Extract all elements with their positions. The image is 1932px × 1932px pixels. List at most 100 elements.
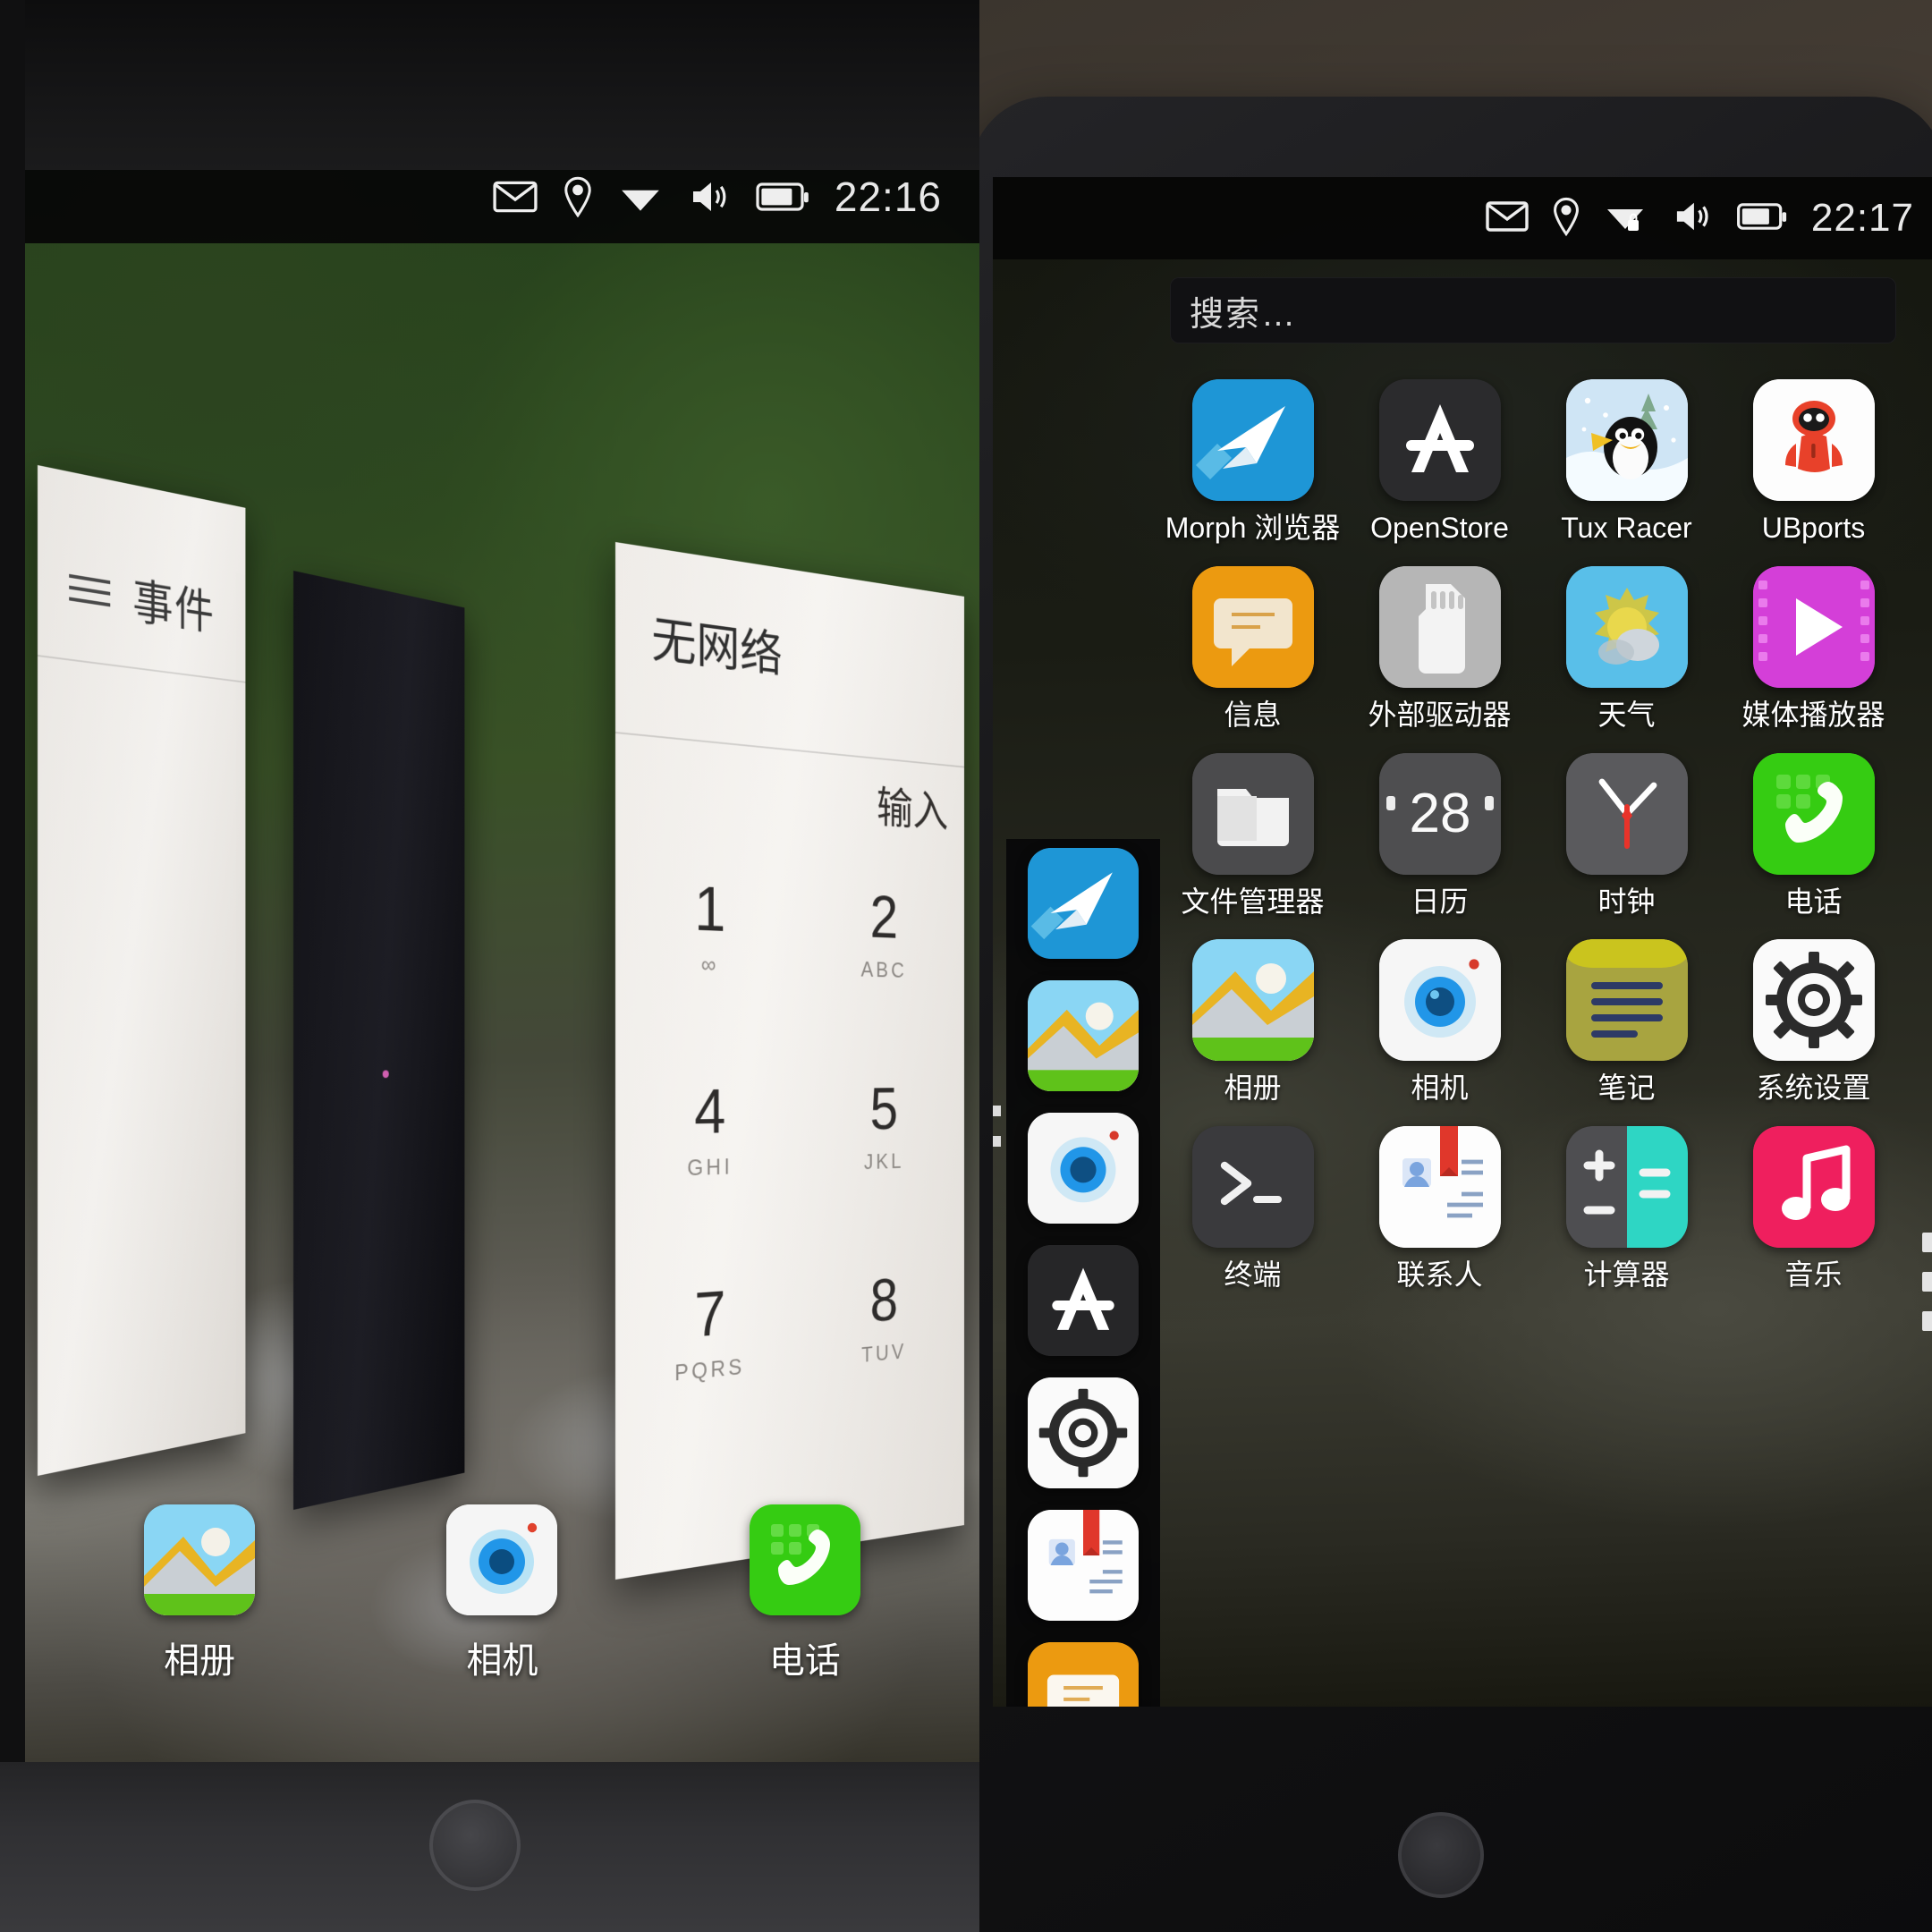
- launcher-item-contacts[interactable]: [1028, 1510, 1139, 1621]
- envelope-icon[interactable]: [1486, 200, 1529, 236]
- right-home-button[interactable]: [1398, 1812, 1484, 1898]
- right-edge-drag-handle[interactable]: [1922, 1233, 1932, 1351]
- app-item-morph-browser[interactable]: Morph 浏览器: [1159, 367, 1346, 545]
- volume-icon[interactable]: [688, 179, 731, 215]
- app-item-calendar[interactable]: 28 日历: [1346, 741, 1533, 919]
- dialpad-key-number: 1: [694, 874, 726, 945]
- left-phone: 22:16 事件 无网络 输入 1 ∞ 2 ABC 4 GHI 5 JKL 7 …: [0, 0, 979, 1932]
- app-item-gallery[interactable]: 相册: [1159, 927, 1346, 1105]
- launcher-item-openstore[interactable]: [1028, 1245, 1139, 1356]
- app-item-external-drive[interactable]: 外部驱动器: [1346, 554, 1533, 732]
- launcher-item-gallery[interactable]: [1028, 980, 1139, 1091]
- search-placeholder: 搜索…: [1190, 295, 1298, 334]
- app-item-clock[interactable]: 时钟: [1533, 741, 1720, 919]
- app-label: 笔记: [1597, 1072, 1656, 1105]
- dialpad-key-number: 7: [694, 1278, 726, 1352]
- svg-text:28: 28: [1409, 783, 1470, 844]
- app-label: 终端: [1224, 1258, 1282, 1292]
- app-item-system-settings[interactable]: 系统设置: [1720, 927, 1907, 1105]
- app-item-terminal[interactable]: 终端: [1159, 1114, 1346, 1292]
- app-item-weather[interactable]: 天气: [1533, 554, 1720, 732]
- dock-item-camera[interactable]: 相机: [421, 1504, 582, 1683]
- battery-icon[interactable]: [1736, 202, 1788, 235]
- app-item-camera[interactable]: 相机: [1346, 927, 1533, 1105]
- dialpad-key[interactable]: 4 GHI: [615, 1077, 800, 1184]
- app-label: Tux Racer: [1561, 512, 1692, 544]
- app-item-music[interactable]: 音乐: [1720, 1114, 1907, 1292]
- dialer-card-divider: [615, 732, 964, 768]
- app-label: 电话: [1784, 885, 1843, 918]
- switcher-card-dark[interactable]: [293, 571, 465, 1510]
- left-phone-screen: 22:16 事件 无网络 输入 1 ∞ 2 ABC 4 GHI 5 JKL 7 …: [25, 150, 979, 1769]
- app-grid[interactable]: Morph 浏览器 OpenStore Tux Racer UBports 信息…: [1159, 367, 1907, 1292]
- file-manager-icon: [1191, 752, 1314, 875]
- left-phone-left-bezel: [0, 0, 25, 1932]
- gallery-icon: [1028, 980, 1139, 1091]
- left-home-button[interactable]: [429, 1800, 521, 1891]
- app-item-tux-racer[interactable]: Tux Racer: [1533, 367, 1720, 545]
- wifi-icon[interactable]: [618, 179, 663, 215]
- wifi-lock-icon[interactable]: [1604, 199, 1648, 239]
- search-input[interactable]: 搜索…: [1170, 277, 1896, 343]
- volume-icon[interactable]: [1672, 199, 1713, 238]
- app-item-messages[interactable]: 信息: [1159, 554, 1346, 732]
- dock-item-phone[interactable]: 电话: [724, 1504, 886, 1683]
- app-label: 天气: [1597, 698, 1656, 731]
- dialpad-key[interactable]: 5 JKL: [800, 1076, 964, 1178]
- launcher-strip[interactable]: [1006, 839, 1160, 1707]
- launcher-item-camera[interactable]: [1028, 1113, 1139, 1224]
- launcher-item-system-settings[interactable]: [1028, 1377, 1139, 1488]
- dialpad-key-sub: PQRS: [674, 1352, 745, 1386]
- battery-icon[interactable]: [756, 182, 809, 212]
- launcher-item-messages[interactable]: [1028, 1642, 1139, 1707]
- dialpad-key-sub: JKL: [863, 1148, 904, 1174]
- openstore-icon: [1378, 379, 1501, 501]
- app-item-file-manager[interactable]: 文件管理器: [1159, 741, 1346, 919]
- hamburger-icon[interactable]: [69, 573, 111, 606]
- app-item-ubports[interactable]: UBports: [1720, 367, 1907, 545]
- app-item-media-player[interactable]: 媒体播放器: [1720, 554, 1907, 732]
- dialpad-key[interactable]: 7 PQRS: [615, 1277, 800, 1393]
- app-item-contacts[interactable]: 联系人: [1346, 1114, 1533, 1292]
- app-item-notes[interactable]: 笔记: [1533, 927, 1720, 1105]
- screenshot-root: 22:16 事件 无网络 输入 1 ∞ 2 ABC 4 GHI 5 JKL 7 …: [0, 0, 1932, 1932]
- app-label: 文件管理器: [1181, 885, 1325, 918]
- dialpad-key[interactable]: 1 ∞: [615, 873, 800, 980]
- dialpad-key[interactable]: 2 ABC: [800, 884, 964, 985]
- envelope-icon[interactable]: [493, 181, 538, 213]
- messages-icon: [1028, 1642, 1139, 1707]
- app-label: 联系人: [1396, 1258, 1483, 1292]
- app-item-calculator[interactable]: 计算器: [1533, 1114, 1720, 1292]
- launcher-edge-indicator: [993, 1106, 1004, 1166]
- launcher-item-morph-browser[interactable]: [1028, 848, 1139, 959]
- tux-racer-icon: [1565, 379, 1688, 501]
- right-clock: 22:17: [1810, 196, 1914, 240]
- right-status-bar[interactable]: 22:17: [993, 177, 1932, 259]
- media-player-icon: [1752, 565, 1875, 688]
- dialpad-key-sub: ABC: [860, 956, 907, 983]
- app-label: 日历: [1411, 885, 1469, 918]
- app-label: 音乐: [1784, 1258, 1843, 1292]
- dialpad-key[interactable]: 8 TUV: [800, 1266, 964, 1374]
- phone-icon: [1752, 752, 1875, 875]
- left-clock: 22:16: [834, 174, 942, 220]
- weather-icon: [1565, 565, 1688, 688]
- dialpad[interactable]: 1 ∞ 2 ABC 4 GHI 5 JKL 7 PQRS 8 TUV: [615, 873, 964, 1393]
- switcher-card-events[interactable]: 事件: [38, 465, 246, 1476]
- app-label: 信息: [1224, 698, 1282, 731]
- dock-item-gallery[interactable]: 相册: [119, 1504, 280, 1683]
- morph-browser-icon: [1028, 848, 1139, 959]
- app-item-phone[interactable]: 电话: [1720, 741, 1907, 919]
- app-label: 计算器: [1583, 1258, 1670, 1292]
- left-dock[interactable]: 相册 相机 电话: [25, 1504, 979, 1683]
- location-pin-icon[interactable]: [1552, 197, 1580, 241]
- dialpad-key-number: 4: [694, 1077, 726, 1148]
- location-pin-icon[interactable]: [563, 176, 593, 217]
- switcher-card-dialer[interactable]: 无网络 输入 1 ∞ 2 ABC 4 GHI 5 JKL 7 PQRS 8 TU…: [615, 542, 964, 1580]
- gallery-icon: [144, 1504, 256, 1615]
- app-label: OpenStore: [1370, 512, 1509, 544]
- openstore-icon: [1028, 1245, 1139, 1356]
- app-item-openstore[interactable]: OpenStore: [1346, 367, 1533, 545]
- contacts-icon: [1028, 1510, 1139, 1621]
- music-icon: [1752, 1126, 1875, 1249]
